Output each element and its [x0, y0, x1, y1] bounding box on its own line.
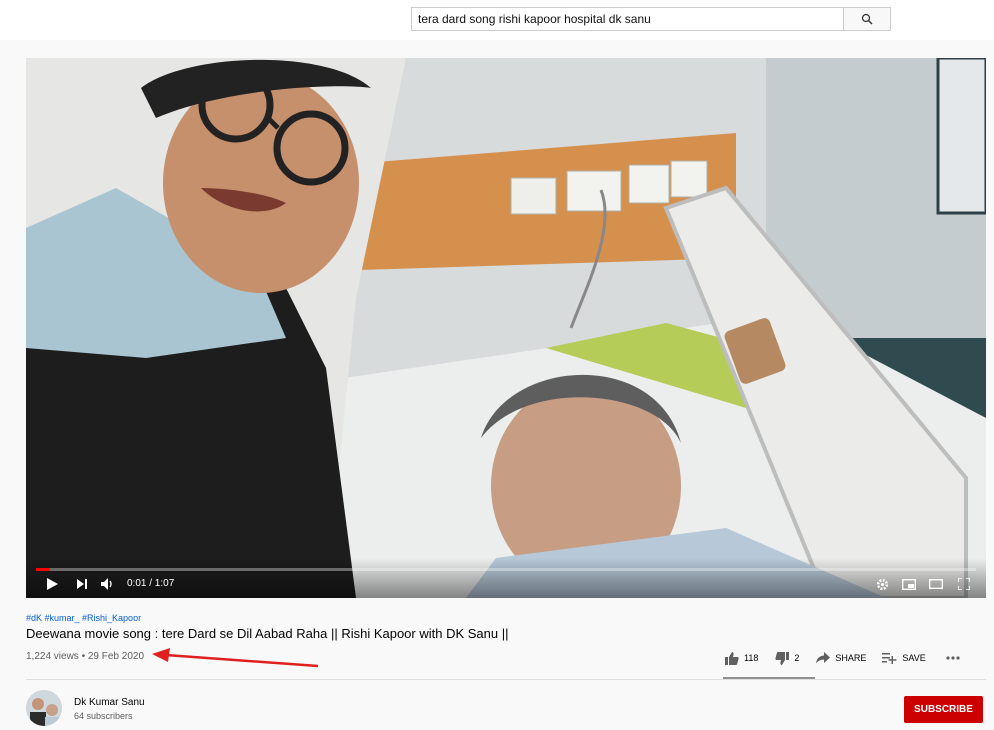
share-label: SHARE — [835, 653, 867, 663]
views-date: 1,224 views • 29 Feb 2020 — [26, 651, 145, 662]
subscribe-button[interactable]: SUBSCRIBE — [904, 696, 983, 723]
progress-fill — [36, 568, 51, 571]
search-input[interactable]: tera dard song rishi kapoor hospital dk … — [411, 7, 843, 31]
settings-button[interactable] — [872, 574, 892, 594]
search-button[interactable] — [843, 7, 891, 31]
dislike-count: 2 — [794, 653, 800, 663]
channel-avatar[interactable] — [26, 690, 62, 726]
miniplayer-icon — [902, 578, 916, 590]
progress-bar[interactable] — [36, 568, 976, 571]
video-title: Deewana movie song : tere Dard se Dil Aa… — [26, 626, 509, 641]
player-controls: 0:01 / 1:07 — [26, 558, 986, 598]
fullscreen-button[interactable] — [954, 574, 974, 594]
more-horizontal-icon — [946, 656, 960, 660]
save-button[interactable]: SAVE — [882, 652, 926, 664]
top-bar: tera dard song rishi kapoor hospital dk … — [0, 0, 994, 40]
video-frame — [26, 58, 986, 598]
next-button[interactable] — [72, 574, 92, 594]
subscriber-count: 64 subscribers — [74, 711, 133, 721]
annotation-arrow — [152, 648, 319, 668]
theater-mode-button[interactable] — [926, 574, 946, 594]
playlist-add-icon — [882, 653, 897, 664]
thumbs-up-icon — [725, 651, 739, 665]
video-actions: 118 2 SHARE SAVE — [725, 648, 960, 668]
fullscreen-icon — [958, 578, 970, 590]
divider — [26, 679, 986, 680]
gear-icon — [876, 578, 888, 590]
thumbs-down-icon — [775, 651, 790, 665]
theater-icon — [929, 579, 943, 589]
search-bar: tera dard song rishi kapoor hospital dk … — [411, 7, 891, 31]
more-actions-button[interactable] — [946, 656, 960, 660]
like-count: 118 — [744, 653, 759, 663]
volume-button[interactable] — [98, 574, 118, 594]
share-icon — [816, 652, 831, 664]
hashtags[interactable]: #dK #kumar_ #Rishi_Kapoor — [26, 613, 141, 623]
video-player[interactable]: 0:01 / 1:07 — [26, 58, 986, 598]
search-icon — [861, 13, 873, 25]
miniplayer-button[interactable] — [899, 574, 919, 594]
share-button[interactable]: SHARE — [816, 652, 866, 664]
skip-next-icon — [77, 579, 87, 589]
save-label: SAVE — [902, 653, 926, 663]
like-button[interactable]: 118 — [725, 651, 759, 665]
play-button[interactable] — [42, 574, 62, 594]
time-display: 0:01 / 1:07 — [127, 578, 175, 589]
channel-name[interactable]: Dk Kumar Sanu — [74, 697, 145, 708]
volume-icon — [101, 578, 112, 590]
play-icon — [47, 578, 58, 590]
avatar-image — [26, 690, 62, 726]
dislike-button[interactable]: 2 — [775, 651, 800, 665]
